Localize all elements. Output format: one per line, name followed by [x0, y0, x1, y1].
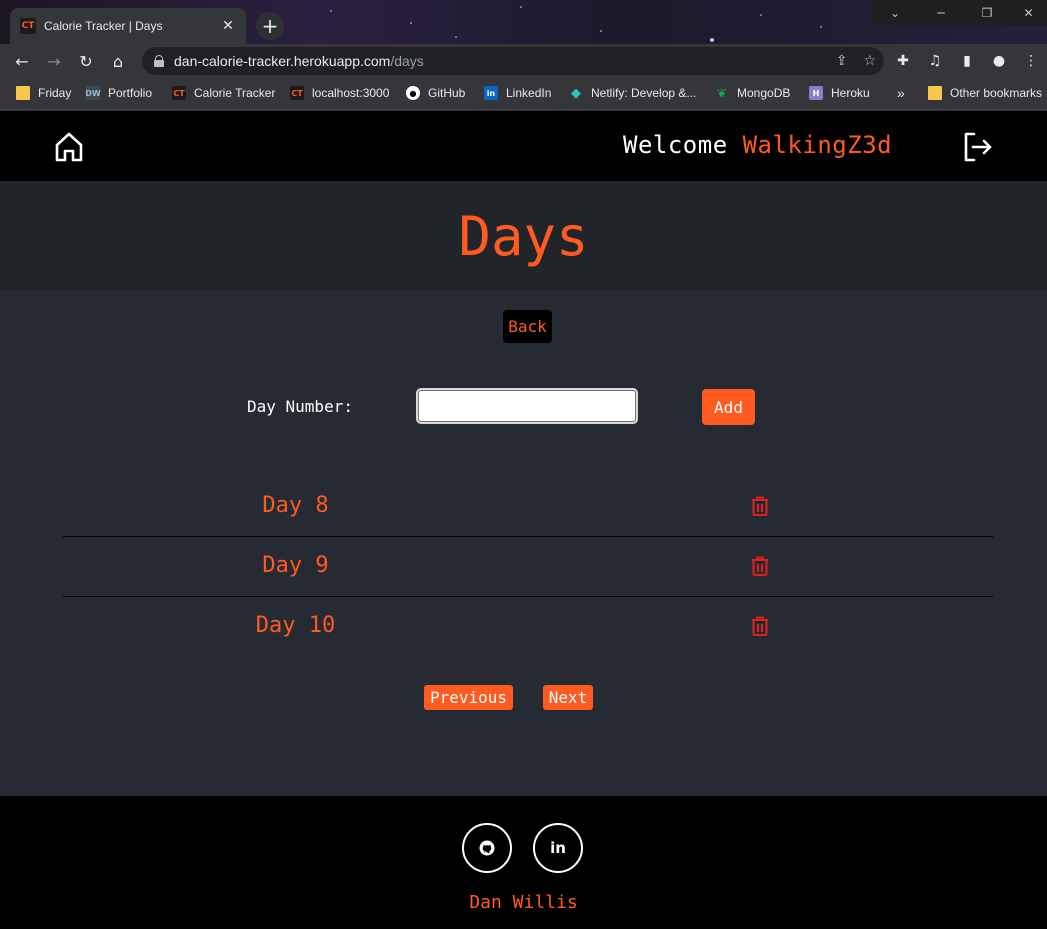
- share-icon[interactable]: ⇪: [836, 53, 848, 69]
- calorie-tracker-favicon-icon: CT: [172, 86, 186, 100]
- profile-avatar-icon[interactable]: ●: [983, 53, 1015, 69]
- delete-trash-icon[interactable]: [751, 616, 769, 636]
- app-navbar: Welcome WalkingZ3d: [0, 111, 1047, 181]
- bookmark-calorie-tracker[interactable]: CT Calorie Tracker: [172, 78, 275, 108]
- day-link[interactable]: Day 9: [63, 553, 528, 578]
- mongodb-icon: ❦: [716, 86, 728, 100]
- add-day-button[interactable]: Add: [702, 389, 755, 425]
- more-menu-icon[interactable]: ⋮: [1015, 53, 1047, 69]
- netlify-icon: ◆: [571, 85, 581, 101]
- reload-icon[interactable]: ↻: [70, 45, 102, 77]
- bookmark-localhost[interactable]: CT localhost:3000: [290, 78, 389, 108]
- tab-title: Calorie Tracker | Days: [44, 19, 163, 33]
- linkedin-link-icon[interactable]: in: [533, 823, 583, 873]
- address-bar[interactable]: dan-calorie-tracker.herokuapp.com/days ⇪…: [142, 47, 884, 75]
- forward-arrow-icon[interactable]: →: [38, 45, 70, 77]
- bookmark-linkedin[interactable]: in LinkedIn: [484, 78, 551, 108]
- home-icon[interactable]: [52, 130, 86, 164]
- bookmark-heroku[interactable]: H Heroku: [809, 78, 870, 108]
- side-panel-icon[interactable]: ▮: [951, 53, 983, 69]
- tab-favicon-icon: CT: [20, 18, 36, 34]
- bookmark-star-icon[interactable]: ☆: [863, 53, 876, 69]
- restore-button[interactable]: ❐: [964, 0, 1010, 26]
- bookmark-github[interactable]: ● GitHub: [406, 78, 465, 108]
- lock-icon: [154, 55, 164, 67]
- linkedin-icon: in: [484, 86, 498, 100]
- localhost-favicon-icon: CT: [290, 86, 304, 100]
- day-link[interactable]: Day 10: [63, 613, 528, 638]
- bookmark-netlify[interactable]: ◆ Netlify: Develop &...: [569, 78, 696, 108]
- day-number-label: Day Number:: [247, 397, 353, 416]
- next-page-button[interactable]: Next: [543, 685, 593, 710]
- minimize-button[interactable]: ─: [918, 0, 964, 26]
- footer-author-name: Dan Willis: [469, 892, 578, 913]
- bookmark-mongodb[interactable]: ❦ MongoDB: [715, 78, 790, 108]
- heroku-icon: H: [809, 86, 823, 100]
- username: WalkingZ3d: [742, 131, 893, 159]
- other-bookmarks[interactable]: Other bookmarks: [928, 78, 1042, 108]
- browser-toolbar: ← → ↻ ⌂ dan-calorie-tracker.herokuapp.co…: [0, 44, 1047, 78]
- close-window-button[interactable]: ✕: [1010, 0, 1047, 26]
- back-button[interactable]: Back: [503, 310, 552, 343]
- github-icon: ●: [406, 86, 420, 100]
- extensions-puzzle-icon[interactable]: ✚: [887, 53, 919, 69]
- media-playlist-icon[interactable]: ♫: [919, 53, 951, 69]
- bookmark-friday[interactable]: Friday: [16, 78, 71, 108]
- folder-icon: [16, 86, 30, 100]
- logout-icon[interactable]: [960, 130, 994, 164]
- folder-icon: [928, 86, 942, 100]
- delete-trash-icon[interactable]: [751, 556, 769, 576]
- day-link[interactable]: Day 8: [63, 493, 528, 518]
- day-list-item: Day 9: [63, 537, 993, 597]
- previous-page-button[interactable]: Previous: [424, 685, 513, 710]
- browser-home-icon[interactable]: ⌂: [102, 45, 134, 77]
- page-header: Days: [0, 181, 1047, 290]
- url-text: dan-calorie-tracker.herokuapp.com/days: [174, 53, 424, 69]
- delete-trash-icon[interactable]: [751, 496, 769, 516]
- bookmarks-bar: Friday DW Portfolio CT Calorie Tracker C…: [0, 78, 1047, 110]
- portfolio-favicon-icon: DW: [85, 86, 101, 100]
- bookmark-portfolio[interactable]: DW Portfolio: [85, 78, 152, 108]
- tab-search-button[interactable]: ⌄: [872, 0, 918, 26]
- page-title: Days: [458, 205, 589, 268]
- day-list-item: Day 8: [63, 477, 993, 537]
- day-number-input[interactable]: [416, 388, 638, 424]
- github-link-icon[interactable]: [462, 823, 512, 873]
- tab-close-icon[interactable]: ✕: [220, 18, 236, 34]
- bookmarks-overflow-button[interactable]: »: [897, 78, 905, 108]
- browser-titlebar: CT Calorie Tracker | Days ✕ + ⌄ ─ ❐ ✕: [0, 0, 1047, 44]
- day-list-item: Day 10: [63, 597, 993, 657]
- page-footer: in Dan Willis: [0, 796, 1047, 929]
- welcome-message: Welcome WalkingZ3d: [623, 131, 893, 159]
- new-tab-button[interactable]: +: [256, 12, 284, 40]
- back-arrow-icon[interactable]: ←: [6, 45, 38, 77]
- browser-tab[interactable]: CT Calorie Tracker | Days ✕: [10, 8, 246, 44]
